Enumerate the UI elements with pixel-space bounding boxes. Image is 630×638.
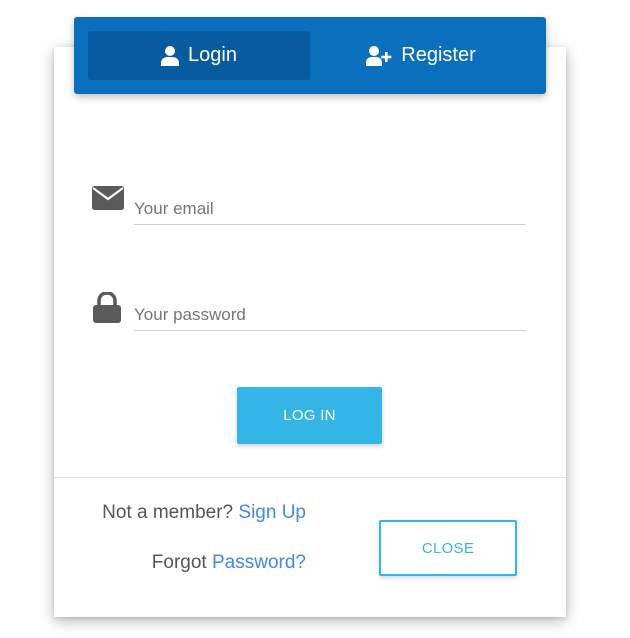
forgot-password-prompt: Forgot Password?: [152, 552, 306, 574]
password-field-group: [92, 291, 526, 340]
forgot-password-link[interactable]: Password?: [212, 552, 306, 573]
signup-prompt: Not a member? Sign Up: [102, 502, 306, 524]
tab-register[interactable]: Register: [310, 31, 532, 80]
user-plus-icon: [366, 45, 392, 66]
signup-link[interactable]: Sign Up: [238, 502, 306, 523]
tab-register-label: Register: [401, 44, 476, 66]
envelope-icon: [92, 186, 124, 217]
tab-login[interactable]: Login: [88, 31, 310, 80]
close-button[interactable]: CLOSE: [379, 520, 517, 576]
user-icon: [161, 45, 180, 66]
modal-tab-bar: Login Register: [74, 17, 546, 94]
lock-icon: [92, 291, 122, 329]
login-button[interactable]: LOG IN: [237, 387, 382, 444]
footer-divider: [54, 477, 566, 478]
login-modal-stage: Login Register Your email LOG IN Not a m…: [0, 0, 630, 638]
tab-login-label: Login: [188, 44, 237, 66]
email-input[interactable]: [134, 194, 526, 225]
password-input[interactable]: [134, 300, 526, 331]
email-field-group: [92, 186, 526, 234]
forgot-prefix-text: Forgot: [151, 552, 207, 573]
signup-prefix-text: Not a member?: [102, 502, 234, 523]
